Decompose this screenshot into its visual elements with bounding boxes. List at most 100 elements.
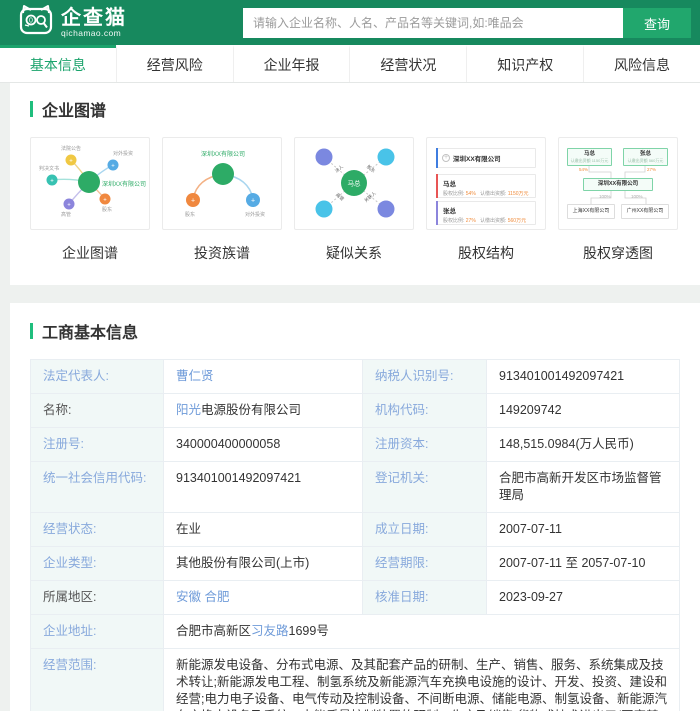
table-row: 经营状态: 在业 成立日期: 2007-07-11 bbox=[31, 513, 679, 547]
graph-card-investment-tree[interactable]: 深圳XX有限公司 + + 股东 对外投资 投资族谱 bbox=[162, 137, 282, 263]
mini-bar bbox=[436, 148, 438, 168]
graph-card-enterprise-map[interactable]: + + + + + 深圳XX有限公司 法院公告 对外投资 判决文书 高管 股东 bbox=[30, 137, 150, 263]
page-body: 企业图谱 + + + + + 深圳XX有限公司 法院公告 对外投资 判决文书 高… bbox=[0, 83, 700, 711]
equity-penetration-thumbnail: 马总 认缴出资额 1150万元 张总 认缴出资额 560万元 54% 27% 深… bbox=[558, 137, 678, 230]
thumbnail-caption: 股权结构 bbox=[458, 245, 514, 261]
graph-card-equity-penetration[interactable]: 马总 认缴出资额 1150万元 张总 认缴出资额 560万元 54% 27% 深… bbox=[558, 137, 678, 263]
value-text: 913401001492097421 bbox=[176, 471, 302, 485]
section-title-text: 工商基本信息 bbox=[42, 325, 139, 342]
thumbnail-caption: 疑似关系 bbox=[326, 245, 382, 261]
value-text: 电源股份有限公司 bbox=[201, 403, 302, 417]
svg-text:深圳XX有限公司: 深圳XX有限公司 bbox=[102, 180, 146, 188]
expand-plus-icon: + bbox=[442, 154, 450, 162]
mini-bar bbox=[436, 201, 438, 225]
svg-text:股东: 股东 bbox=[102, 206, 112, 213]
value-text: 合肥市高新开发区市场监督管理局 bbox=[499, 471, 662, 502]
field-value: 913401001492097421 bbox=[164, 462, 363, 512]
field-label: 企业地址: bbox=[31, 615, 164, 648]
value-text: 1699号 bbox=[288, 624, 329, 638]
logo-subtitle: qichamao.com bbox=[61, 27, 122, 38]
graph-card-suspected-relations[interactable]: 马总 法人 股东 高管 关联人 疑似关系 bbox=[294, 137, 414, 263]
search-button[interactable]: 查询 bbox=[623, 8, 691, 38]
tab-bar: 基本信息 经营风险 企业年报 经营状况 知识产权 风险信息 bbox=[0, 45, 700, 83]
field-value: 阳光电源股份有限公司 bbox=[164, 394, 363, 427]
graph-thumbnails: + + + + + 深圳XX有限公司 法院公告 对外投资 判决文书 高管 股东 bbox=[30, 137, 680, 263]
svg-text:0: 0 bbox=[29, 18, 33, 25]
thumbnail-caption: 投资族谱 bbox=[194, 245, 250, 261]
svg-text:深圳XX有限公司: 深圳XX有限公司 bbox=[201, 150, 245, 158]
field-value: 148,515.0984(万人民币) bbox=[487, 428, 679, 461]
field-value: 其他股份有限公司(上市) bbox=[164, 547, 363, 580]
value-text: 2007-07-11 至 2057-07-10 bbox=[499, 556, 646, 570]
svg-text:判决文书: 判决文书 bbox=[39, 165, 59, 172]
table-row: 企业类型: 其他股份有限公司(上市) 经营期限: 2007-07-11 至 2057-… bbox=[31, 547, 679, 581]
value-text: 2007-07-11 bbox=[499, 522, 563, 536]
tab-3[interactable]: 经营状况 bbox=[349, 45, 466, 82]
value-text: 913401001492097421 bbox=[499, 369, 625, 383]
tab-5[interactable]: 风险信息 bbox=[583, 45, 700, 82]
section-title-text: 企业图谱 bbox=[42, 103, 107, 120]
search-input[interactable] bbox=[243, 8, 623, 38]
graph-section-title: 企业图谱 bbox=[30, 97, 680, 121]
table-row: 注册号: 340000400000058 注册资本: 148,515.0984(万人民… bbox=[31, 428, 679, 462]
svg-text:高管: 高管 bbox=[334, 191, 346, 202]
value-text: 其他股份有限公司(上市) bbox=[176, 556, 310, 570]
svg-text:对外投资: 对外投资 bbox=[245, 211, 265, 218]
svg-text:+: + bbox=[251, 198, 255, 205]
investment-tree-thumbnail: 深圳XX有限公司 + + 股东 对外投资 bbox=[162, 137, 282, 230]
section-accent-bar bbox=[30, 101, 33, 117]
table-row: 企业地址: 合肥市高新区习友路1699号 bbox=[31, 615, 679, 649]
svg-text:高管: 高管 bbox=[61, 211, 71, 218]
value-text: 合肥市高新区 bbox=[176, 624, 252, 638]
tab-2[interactable]: 企业年报 bbox=[232, 45, 350, 82]
field-label: 企业类型: bbox=[31, 547, 164, 580]
field-value: 新能源发电设备、分布式电源、及其配套产品的研制、生产、销售、服务、系统集成及技术… bbox=[164, 649, 679, 711]
tab-0[interactable]: 基本信息 bbox=[0, 45, 116, 82]
svg-text:对外投资: 对外投资 bbox=[113, 150, 133, 157]
field-value: 149209742 bbox=[487, 394, 679, 427]
field-value: 340000400000058 bbox=[164, 428, 363, 461]
svg-text:+: + bbox=[69, 159, 73, 165]
field-label: 经营范围: bbox=[31, 649, 164, 711]
svg-text:+: + bbox=[67, 203, 71, 209]
graph-card-equity-structure[interactable]: + 深圳XX有限公司 马总 股权比例: 54% 认缴出资额: 1150万元 张总… bbox=[426, 137, 546, 263]
field-label: 名称: bbox=[31, 394, 164, 427]
value-link[interactable]: 曹仁贤 bbox=[176, 369, 214, 383]
value-text: 340000400000058 bbox=[176, 437, 281, 451]
qichamao-logo[interactable]: 0 企查猫 qichamao.com bbox=[18, 4, 127, 41]
value-link[interactable]: 安徽 合肥 bbox=[176, 590, 229, 604]
table-row: 所属地区: 安徽 合肥 核准日期: 2023-09-27 bbox=[31, 581, 679, 615]
field-value: 曹仁贤 bbox=[164, 360, 363, 393]
value-text: 149209742 bbox=[499, 403, 562, 417]
svg-text:法人: 法人 bbox=[333, 163, 345, 174]
table-row: 名称: 阳光电源股份有限公司 机构代码: 149209742 bbox=[31, 394, 679, 428]
svg-text:+: + bbox=[103, 198, 107, 204]
field-value: 2023-09-27 bbox=[487, 581, 679, 614]
value-link[interactable]: 阳光 bbox=[176, 403, 201, 417]
field-label: 统一社会信用代码: bbox=[31, 462, 164, 512]
field-value: 合肥市高新区习友路1699号 bbox=[164, 615, 679, 648]
enterprise-graph-card: 企业图谱 + + + + + 深圳XX有限公司 法院公告 对外投资 判决文书 高… bbox=[10, 83, 700, 285]
business-info-card: 工商基本信息 法定代表人: 曹仁贤 纳税人识别号: 91340100149209742… bbox=[10, 303, 700, 711]
thumbnail-caption: 企业图谱 bbox=[62, 245, 118, 261]
value-text: 在业 bbox=[176, 522, 202, 536]
svg-text:法院公告: 法院公告 bbox=[61, 145, 81, 152]
field-value: 合肥市高新开发区市场监督管理局 bbox=[487, 462, 679, 512]
logo-title: 企查猫 bbox=[61, 6, 127, 29]
field-value: 2007-07-11 至 2057-07-10 bbox=[487, 547, 679, 580]
tab-1[interactable]: 经营风险 bbox=[115, 45, 233, 82]
table-row: 经营范围: 新能源发电设备、分布式电源、及其配套产品的研制、生产、销售、服务、系统… bbox=[31, 649, 679, 711]
app-header: 0 企查猫 qichamao.com 查询 bbox=[0, 0, 700, 45]
svg-text:股东: 股东 bbox=[185, 211, 195, 218]
field-label: 法定代表人: bbox=[31, 360, 164, 393]
table-row: 统一社会信用代码: 913401001492097421 登记机关: 合肥市高新开发区… bbox=[31, 462, 679, 513]
info-section-title: 工商基本信息 bbox=[30, 319, 680, 343]
thumbnail-caption: 股权穿透图 bbox=[583, 245, 653, 261]
value-link[interactable]: 习友路 bbox=[251, 624, 289, 638]
value-text: 新能源发电设备、分布式电源、及其配套产品的研制、生产、销售、服务、系统集成及技术… bbox=[176, 658, 667, 711]
search-bar: 查询 bbox=[243, 8, 691, 38]
field-value: 在业 bbox=[164, 513, 363, 546]
tab-4[interactable]: 知识产权 bbox=[466, 45, 583, 82]
field-value: 安徽 合肥 bbox=[164, 581, 363, 614]
value-text: 148,515.0984(万人民币) bbox=[499, 437, 634, 451]
